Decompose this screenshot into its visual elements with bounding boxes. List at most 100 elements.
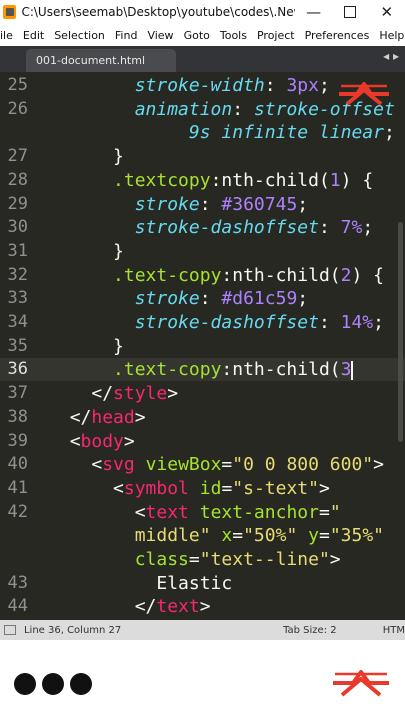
code-line[interactable]: 42 <text text-anchor=" <box>0 501 405 524</box>
menu-project[interactable]: Project <box>252 29 300 42</box>
code-token: < <box>91 454 103 476</box>
code-line[interactable]: 43 Elastic <box>0 572 405 595</box>
code-token: < <box>113 477 124 499</box>
code-token: } <box>113 240 124 262</box>
tab-scroll-arrows[interactable]: ◂ ▸ <box>383 49 399 63</box>
menu-bar: ile Edit Selection Find View Goto Tools … <box>0 24 405 46</box>
line-number: 26 <box>7 98 28 119</box>
code-line[interactable]: 39 <body> <box>0 430 405 453</box>
menu-view[interactable]: View <box>142 29 178 42</box>
code-token: : <box>264 75 287 96</box>
code-token: </ <box>69 406 92 428</box>
code-token: ; <box>383 122 395 144</box>
code-text: .text-copy:nth-child(2) { <box>48 264 384 287</box>
code-token: .text-copy <box>113 359 222 381</box>
menu-file[interactable]: ile <box>0 29 18 42</box>
code-token: : <box>199 288 222 310</box>
code-token: stroke <box>134 193 200 215</box>
code-token: #360745 <box>221 193 298 215</box>
line-number: 38 <box>7 406 28 427</box>
code-line[interactable]: 35 } <box>0 335 405 358</box>
line-number: 36 <box>7 359 28 380</box>
menu-goto[interactable]: Goto <box>179 29 215 42</box>
line-number: 35 <box>7 335 28 356</box>
code-token: .text-copy <box>113 264 222 286</box>
code-token: text-anchor <box>199 501 319 523</box>
tab-size[interactable]: Tab Size: 2 <box>283 625 383 636</box>
code-line[interactable]: class="text--line"> <box>0 548 405 571</box>
code-editor[interactable]: 25 stroke-width: 3px; 26 animation: strok… <box>0 72 405 620</box>
line-number: 32 <box>7 264 28 285</box>
code-token: style <box>113 383 168 405</box>
maximize-button[interactable] <box>332 0 369 24</box>
code-token: > <box>373 454 384 476</box>
code-token: :nth-child( <box>210 169 330 191</box>
line-number: 28 <box>7 169 28 190</box>
code-token: 9s infinite linear <box>188 122 384 144</box>
code-line[interactable]: 31 } <box>0 240 405 263</box>
code-token: stroke <box>134 288 200 310</box>
panel-toggle-icon[interactable] <box>4 625 16 635</box>
code-text: <text text-anchor=" <box>48 501 341 524</box>
code-line[interactable]: 27 } <box>0 145 405 168</box>
code-token: :nth-child( <box>221 264 341 286</box>
dot-2 <box>42 673 64 695</box>
code-line[interactable]: 34 stroke-dashoffset: 14%; <box>0 311 405 334</box>
code-text: } <box>48 335 124 358</box>
code-line[interactable]: 28 .textcopy:nth-child(1) { <box>0 169 405 192</box>
code-token: ; <box>373 312 384 333</box>
code-line[interactable]: 44 </text> <box>0 595 405 618</box>
code-line[interactable]: 29 stroke: #360745; <box>0 193 405 216</box>
code-token: } <box>113 146 124 168</box>
code-line[interactable]: 30 stroke-dashoffset: 7%; <box>0 216 405 239</box>
tab-001-document[interactable]: 001-document.html <box>26 49 176 72</box>
code-text: stroke: #360745; <box>48 193 308 216</box>
code-line[interactable]: middle" x="50%" y="35%" <box>0 524 405 547</box>
menu-tools[interactable]: Tools <box>215 29 252 42</box>
code-token: = <box>318 525 330 547</box>
line-number: 29 <box>7 193 28 214</box>
code-line[interactable]: 32 .text-copy:nth-child(2) { <box>0 264 405 287</box>
syntax-mode[interactable]: HTM <box>383 625 405 636</box>
line-number: 27 <box>7 146 28 167</box>
minimize-button[interactable]: — <box>295 0 332 24</box>
code-token: "50%" <box>243 525 298 547</box>
code-token: svg <box>102 454 135 476</box>
line-number: 33 <box>7 288 28 309</box>
code-token: : <box>199 193 222 215</box>
line-number: 40 <box>7 454 28 475</box>
line-number: 44 <box>7 596 28 617</box>
code-token: " <box>329 501 341 523</box>
code-token: middle" <box>134 525 211 547</box>
video-overlay-bar <box>0 640 405 720</box>
code-token: ; <box>297 193 309 215</box>
code-text: stroke-dashoffset: 14%; <box>48 311 384 334</box>
text-cursor <box>351 360 354 380</box>
code-token: Elastic <box>156 572 233 594</box>
code-text: Elastic <box>48 572 232 595</box>
code-line[interactable]: 37 </style> <box>0 382 405 405</box>
code-text: } <box>48 145 124 168</box>
code-line[interactable]: 38 </head> <box>0 406 405 429</box>
code-token: : <box>318 217 341 239</box>
code-line[interactable]: 9s infinite linear; <box>0 121 405 144</box>
menu-selection[interactable]: Selection <box>49 29 110 42</box>
code-line[interactable]: 36 .text-copy:nth-child(3 <box>0 358 405 382</box>
menu-edit[interactable]: Edit <box>18 29 49 42</box>
menu-preferences[interactable]: Preferences <box>300 29 375 42</box>
code-line[interactable]: 33 stroke: #d61c59; <box>0 287 405 310</box>
code-token: ; <box>297 288 309 310</box>
code-line[interactable]: 40 <svg viewBox="0 0 800 600"> <box>0 453 405 476</box>
close-button[interactable]: ✕ <box>368 0 405 24</box>
code-text: <svg viewBox="0 0 800 600"> <box>48 453 384 476</box>
editor-scrollbar[interactable] <box>398 222 403 442</box>
code-text: stroke-width: 3px; <box>48 74 330 97</box>
code-text: <symbol id="s-text"> <box>48 477 330 500</box>
code-line[interactable]: 41 <symbol id="s-text"> <box>0 477 405 500</box>
menu-help[interactable]: Help <box>374 29 405 42</box>
code-token: "s-text" <box>232 477 319 499</box>
menu-find[interactable]: Find <box>110 29 143 42</box>
line-number: 34 <box>7 312 28 332</box>
